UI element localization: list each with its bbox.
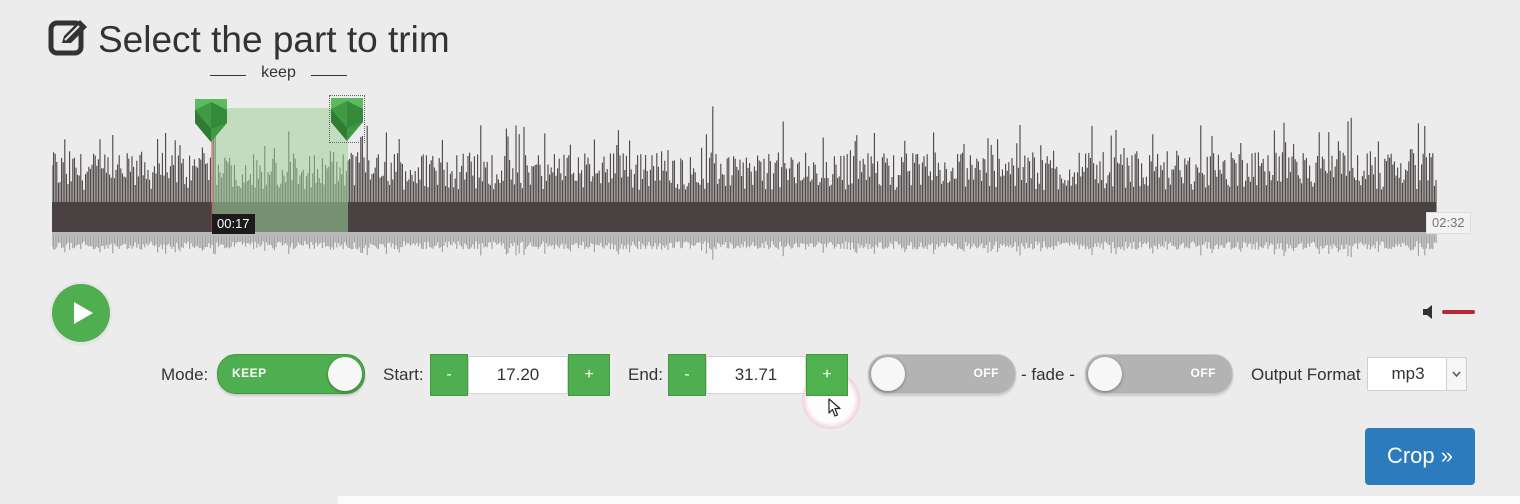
fade-label: - fade - [1021, 365, 1075, 384]
start-time-input[interactable]: 17.20 [468, 356, 568, 394]
label-divider-right [311, 75, 347, 76]
output-format-label: Output Format [1251, 365, 1361, 384]
page-title: Select the part to trim [98, 19, 450, 60]
speaker-icon[interactable] [1422, 305, 1436, 319]
output-format-value: mp3 [1391, 364, 1425, 383]
crop-button[interactable]: Crop » [1365, 428, 1475, 485]
waveform-reflection [52, 232, 1437, 260]
start-increment-button[interactable]: + [568, 354, 610, 396]
chevron-down-icon[interactable] [1446, 358, 1466, 390]
output-format-select[interactable]: mp3 [1367, 357, 1467, 391]
end-handle[interactable] [329, 95, 365, 143]
keep-region-label: keep [210, 64, 347, 84]
fade-out-toggle-text: OFF [1190, 366, 1216, 380]
keep-label: keep [261, 64, 296, 81]
bottom-panel-edge [338, 496, 1520, 504]
fade-out-toggle[interactable]: OFF [1085, 354, 1233, 394]
toggle-knob [871, 357, 905, 391]
end-increment-button[interactable]: + [806, 354, 848, 396]
mode-toggle[interactable]: KEEP [217, 354, 365, 394]
edit-icon [48, 20, 87, 56]
audio-waveform[interactable] [52, 90, 1476, 270]
end-label: End: [628, 365, 663, 384]
total-time-badge: 02:32 [1426, 212, 1471, 234]
fade-in-toggle-text: OFF [973, 366, 999, 380]
current-time-badge: 00:17 [212, 214, 255, 234]
toggle-knob [328, 357, 362, 391]
fade-in-toggle[interactable]: OFF [868, 354, 1016, 394]
mode-toggle-text: KEEP [232, 366, 267, 380]
toggle-knob [1088, 357, 1122, 391]
end-time-input[interactable]: 31.71 [706, 356, 806, 394]
play-icon [74, 302, 93, 324]
start-decrement-button[interactable]: - [430, 354, 468, 396]
play-button[interactable] [52, 284, 110, 342]
end-decrement-button[interactable]: - [668, 354, 706, 396]
start-label: Start: [383, 365, 424, 384]
volume-slider[interactable] [1442, 310, 1475, 314]
start-handle[interactable] [194, 97, 228, 143]
mode-label: Mode: [161, 365, 209, 384]
mouse-cursor-icon [828, 398, 841, 417]
